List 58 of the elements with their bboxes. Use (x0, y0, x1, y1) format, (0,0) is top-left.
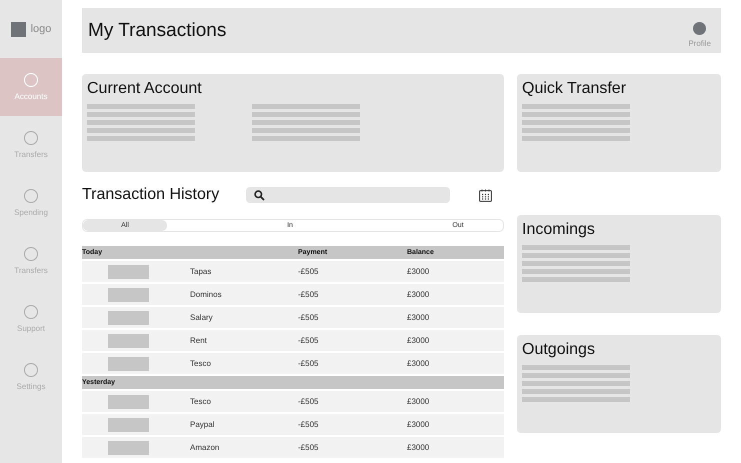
payment-cell-text: -£505 (298, 443, 320, 452)
image-placeholder (108, 356, 149, 370)
transaction-row[interactable]: Tapas -£505 £3000 (82, 261, 504, 282)
payment-cell-text: -£505 (298, 359, 320, 368)
transaction-row[interactable]: Tesco -£505 £3000 (82, 391, 504, 412)
payee-cell-text: Tesco (190, 397, 212, 406)
balance-cell-text: £3000 (407, 359, 430, 368)
circle-icon (24, 363, 38, 377)
circle-icon (24, 73, 38, 87)
image-placeholder (108, 310, 149, 324)
circle-icon (24, 305, 38, 319)
payee-cell-text: Amazon (190, 443, 220, 452)
card-title: Incomings (522, 221, 596, 239)
payment-cell-text: -£505 (298, 420, 320, 429)
page-title: My Transactions (88, 20, 226, 42)
payee-cell-text: Tesco (190, 359, 212, 368)
payment-cell-text: -£505 (298, 267, 320, 276)
payee-cell-text: Dominos (190, 290, 223, 299)
payee-cell-text: Paypal (190, 420, 216, 429)
card-title: Outgoings (522, 341, 596, 359)
image-placeholder (108, 418, 149, 432)
balance-cell-text: £3000 (407, 336, 430, 345)
section-title: Transaction History (82, 186, 220, 204)
payee-cell-text: Salary (190, 313, 214, 322)
payee-cell-text: Tapas (190, 267, 212, 276)
image-placeholder (108, 440, 149, 454)
payee-cell-text: Rent (190, 336, 208, 345)
transaction-row[interactable]: Salary -£505 £3000 (82, 307, 504, 328)
image-placeholder (108, 288, 149, 302)
circle-icon (24, 247, 38, 261)
balance-cell-text: £3000 (407, 267, 430, 276)
transaction-row[interactable]: Tesco -£505 £3000 (82, 353, 504, 374)
card-title: Quick Transfer (522, 80, 628, 98)
transaction-row[interactable]: Amazon -£505 £3000 (82, 437, 504, 458)
balance-cell-text: £3000 (407, 313, 430, 322)
payment-cell-text: -£505 (298, 290, 320, 299)
payment-cell-text: -£505 (298, 336, 320, 345)
transaction-row[interactable]: Dominos -£505 £3000 (82, 284, 504, 305)
payment-cell-text: -£505 (298, 313, 320, 322)
circle-icon (24, 131, 38, 145)
balance-cell-text: £3000 (407, 290, 430, 299)
search-field[interactable] (246, 187, 450, 203)
logo-icon (10, 22, 26, 36)
image-placeholder (108, 264, 149, 278)
transaction-row[interactable]: Paypal -£505 £3000 (82, 414, 504, 435)
calendar-icon[interactable] (479, 188, 492, 202)
circle-icon (24, 189, 38, 203)
search-icon (254, 190, 265, 200)
image-placeholder (108, 334, 149, 348)
balance-cell-text: £3000 (407, 397, 430, 406)
balance-cell-text: £3000 (407, 420, 430, 429)
logo-text: logo (30, 23, 52, 35)
avatar-icon (693, 22, 706, 34)
transaction-row[interactable]: Rent -£505 £3000 (82, 330, 504, 351)
card-title: Current Account (87, 80, 203, 98)
payment-cell-text: -£505 (298, 397, 320, 406)
balance-cell-text: £3000 (407, 443, 430, 452)
image-placeholder (108, 394, 149, 408)
